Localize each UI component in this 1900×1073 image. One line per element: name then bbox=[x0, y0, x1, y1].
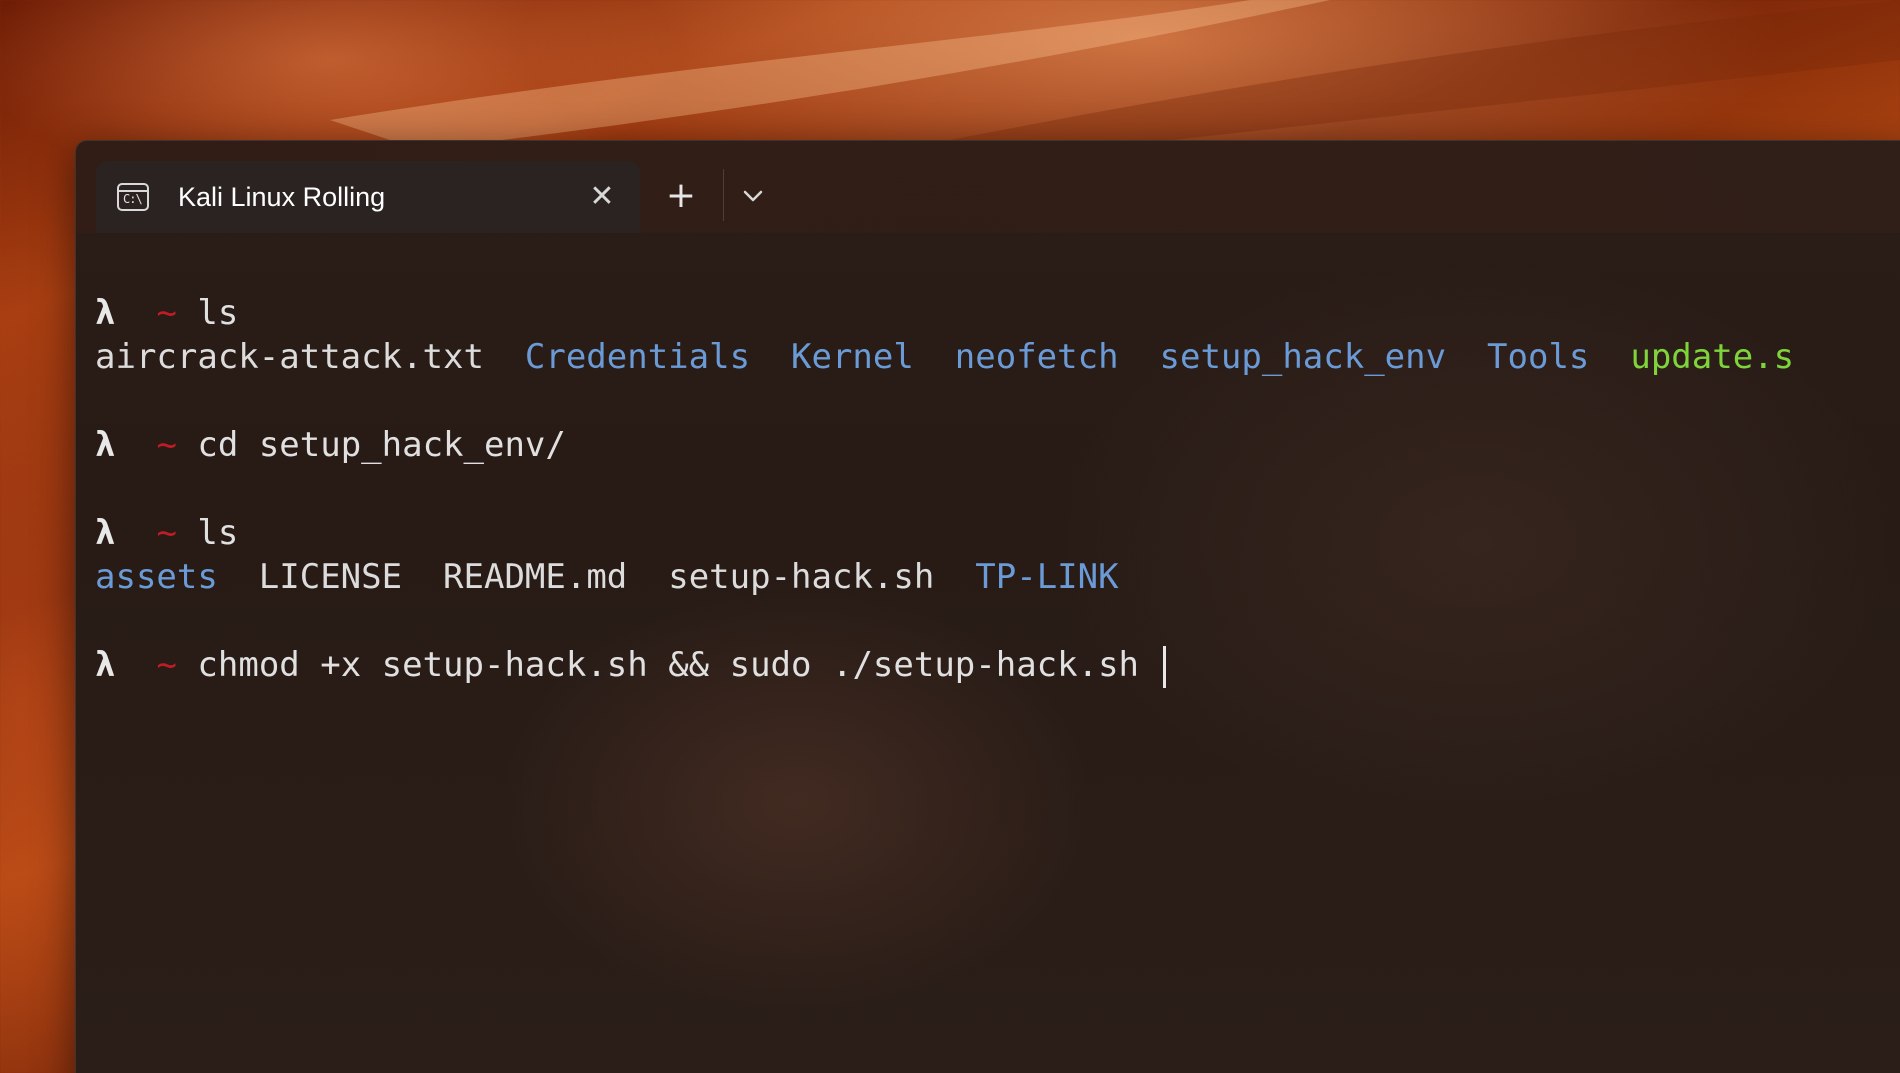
file-entry: LICENSE bbox=[258, 557, 403, 597]
terminal-icon: C:\ bbox=[117, 183, 149, 211]
prompt-tilde: ~ bbox=[156, 645, 177, 685]
command-line: λ ~ cd setup_hack_env/ bbox=[95, 423, 566, 467]
command-text: chmod +x setup-hack.sh && sudo ./setup-h… bbox=[197, 645, 1160, 685]
directory-entry: Kernel bbox=[791, 337, 914, 377]
prompt-lambda: λ bbox=[95, 645, 116, 685]
file-entry: aircrack-attack.txt bbox=[95, 337, 484, 377]
tab-kali-linux-rolling[interactable]: C:\ Kali Linux Rolling ✕ bbox=[96, 161, 640, 233]
prompt-tilde: ~ bbox=[156, 425, 177, 465]
text-cursor[interactable] bbox=[1163, 645, 1167, 688]
ls-output: aircrack-attack.txt Credentials Kernel n… bbox=[95, 335, 1794, 379]
prompt-tilde: ~ bbox=[156, 293, 177, 333]
command-text: cd setup_hack_env/ bbox=[197, 425, 566, 465]
ls-output: assets LICENSE README.md setup-hack.sh T… bbox=[95, 555, 1119, 599]
prompt-lambda: λ bbox=[95, 513, 116, 553]
prompt-tilde: ~ bbox=[156, 513, 177, 553]
command-line: λ ~ ls bbox=[95, 291, 238, 335]
file-entry: setup-hack.sh bbox=[668, 557, 935, 597]
directory-entry: assets bbox=[95, 557, 218, 597]
command-line: λ ~ chmod +x setup-hack.sh && sudo ./set… bbox=[95, 643, 1167, 688]
executable-entry: update.s bbox=[1630, 337, 1795, 377]
directory-entry: Tools bbox=[1487, 337, 1590, 377]
command-line: λ ~ ls bbox=[95, 511, 238, 555]
directory-entry: Credentials bbox=[524, 337, 751, 377]
command-text: ls bbox=[197, 513, 239, 553]
wallpaper-silk bbox=[330, 0, 1900, 160]
terminal-window: C:\ Kali Linux Rolling ✕ + λ ~ ls aircrac… bbox=[75, 140, 1900, 1073]
command-text: ls bbox=[197, 293, 239, 333]
chevron-down-icon[interactable] bbox=[736, 179, 770, 213]
file-entry: README.md bbox=[443, 557, 628, 597]
tab-title: Kali Linux Rolling bbox=[178, 182, 386, 212]
prompt-lambda: λ bbox=[95, 425, 116, 465]
directory-entry: neofetch bbox=[954, 337, 1119, 377]
close-icon[interactable]: ✕ bbox=[586, 181, 618, 213]
directory-entry: TP-LINK bbox=[975, 557, 1119, 597]
title-bar: C:\ Kali Linux Rolling ✕ + bbox=[76, 141, 1900, 233]
directory-entry: setup_hack_env bbox=[1159, 337, 1447, 377]
tab-divider bbox=[723, 169, 724, 221]
new-tab-button[interactable]: + bbox=[661, 176, 701, 216]
prompt-lambda: λ bbox=[95, 293, 116, 333]
